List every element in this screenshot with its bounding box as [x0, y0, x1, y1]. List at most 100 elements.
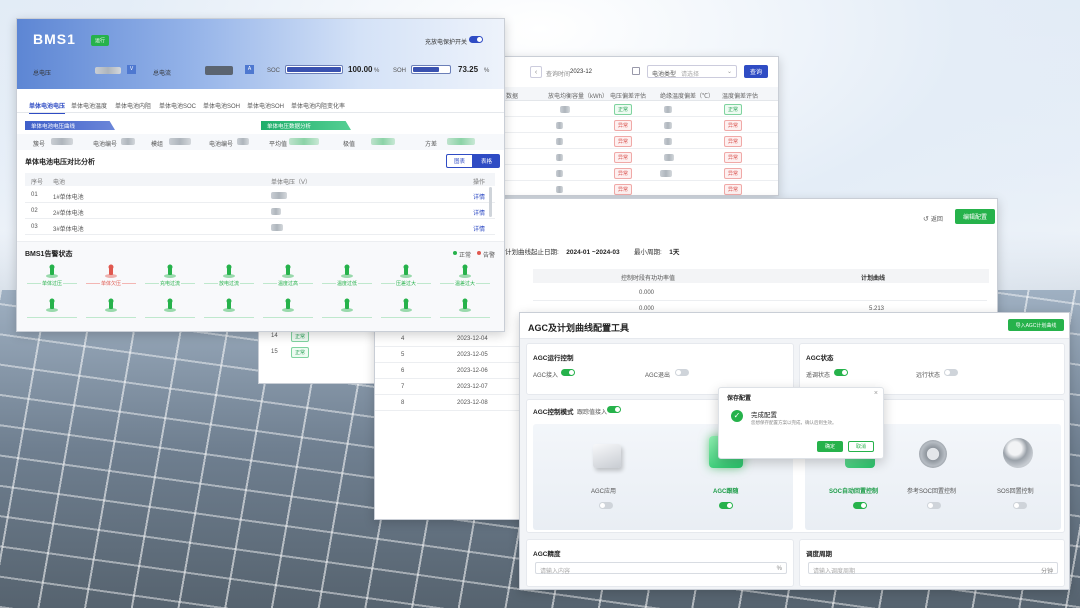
- agc-access-toggle[interactable]: [561, 369, 575, 376]
- alarm-sensor-item[interactable]: 温差过大: [440, 262, 490, 294]
- close-icon[interactable]: ×: [874, 390, 878, 397]
- local-status-toggle[interactable]: [944, 369, 958, 376]
- blurred-value: [664, 122, 672, 129]
- list-date: 2023-12-07: [457, 384, 488, 390]
- agc-exit-toggle[interactable]: [675, 369, 689, 376]
- alarm-sensor-item[interactable]: [145, 296, 195, 328]
- soc-auto-toggle[interactable]: [853, 502, 867, 509]
- alarm-sensor-item[interactable]: [263, 296, 313, 328]
- alarm-sensor-item[interactable]: 充电过流: [145, 262, 195, 294]
- sensor-normal-icon: [281, 264, 295, 278]
- battery-type-placeholder: 请选择: [681, 72, 700, 78]
- tab-cell-soh-2[interactable]: 单体电池SOH: [247, 101, 284, 110]
- temp-eval-tag: 正常: [724, 104, 743, 115]
- alarm-sensor-item[interactable]: 单体欠压: [86, 262, 136, 294]
- dialog-cancel-button[interactable]: 取消: [848, 441, 874, 452]
- alarm-sensor-item[interactable]: 放电过流: [204, 262, 254, 294]
- alarm-sensor-item[interactable]: [204, 296, 254, 328]
- remote-status-toggle[interactable]: [834, 369, 848, 376]
- filter-cluster-select[interactable]: [51, 138, 73, 145]
- agc-window: AGC及计划曲线配置工具 导入AGC计划曲线 AGC运行控制 AGC接入 AGC…: [519, 312, 1070, 590]
- tab-cell-resistance[interactable]: 单体电池内阻: [115, 101, 151, 110]
- agc-accuracy-card: AGC精度 请输入内容 %: [526, 539, 794, 587]
- col-op: 操作: [473, 180, 486, 186]
- alarm-sensor-item[interactable]: 压差过大: [381, 262, 431, 294]
- tab-resistance-change[interactable]: 单体电池内阻变化率: [291, 101, 345, 110]
- tab-cell-voltage[interactable]: 单体电池电压: [29, 101, 66, 114]
- soh-bar-fill: [413, 67, 440, 72]
- row-voltage: [271, 192, 287, 199]
- ref-soc-option[interactable]: 参考SOC回置控制: [897, 434, 967, 528]
- tab-cell-soc[interactable]: 单体电池SOC: [159, 101, 196, 110]
- alarm-sensor-item[interactable]: [322, 296, 372, 328]
- back-link[interactable]: ↺ 返回: [923, 214, 943, 224]
- filter-cell-select[interactable]: [121, 138, 135, 145]
- soc-bar-fill: [287, 67, 341, 72]
- calendar-icon[interactable]: [632, 67, 640, 75]
- table-row: 异常 异常: [498, 181, 778, 195]
- blurred-value: [556, 154, 563, 161]
- alarm-sensor-item[interactable]: [440, 296, 490, 328]
- prev-icon[interactable]: ‹: [530, 66, 542, 78]
- report-date-value[interactable]: 2023-12: [570, 69, 592, 75]
- tab-cell-soh[interactable]: 单体电池SOH: [203, 101, 240, 110]
- row-number: 15: [271, 349, 278, 355]
- list-item: 5 2023-12-05: [375, 347, 521, 363]
- agc-apply-label: AGC应用: [591, 489, 617, 495]
- agc-follow-toggle[interactable]: [719, 502, 733, 509]
- dispatch-placeholder: 请输入调度周期: [813, 569, 856, 575]
- sensor-divider: [86, 317, 136, 318]
- report-query-button[interactable]: 查询: [744, 65, 768, 78]
- alarm-sensor-item[interactable]: [86, 296, 136, 328]
- detail-link[interactable]: 详情: [473, 224, 485, 233]
- plan-table-header: 控制时段有功功率值 计划曲线: [533, 269, 989, 283]
- sensor-divider: [27, 317, 77, 318]
- agc-apply-option[interactable]: AGC应用: [577, 434, 637, 528]
- protection-toggle[interactable]: [469, 36, 483, 43]
- sos-option[interactable]: SOS回置控制: [985, 434, 1055, 528]
- list-date: 2023-12-04: [457, 336, 488, 342]
- filter-module-select[interactable]: [169, 138, 191, 145]
- dialog-confirm-button[interactable]: 确定: [817, 441, 843, 452]
- accuracy-input[interactable]: 请输入内容 %: [535, 562, 787, 575]
- list-no: 6: [401, 368, 405, 374]
- detail-link[interactable]: 详情: [473, 192, 485, 201]
- alarm-sensor-item[interactable]: 温度过高: [263, 262, 313, 294]
- import-curve-button[interactable]: 导入AGC计划曲线: [1008, 319, 1064, 331]
- list-no: 7: [401, 384, 405, 390]
- ctrl-mode-title: AGC控制模式: [533, 409, 574, 416]
- chart-view-button[interactable]: 图表: [446, 154, 474, 168]
- agc-apply-toggle[interactable]: [599, 502, 613, 509]
- table-row: 异常 异常: [498, 133, 778, 149]
- ctrl-mode-toggle[interactable]: [607, 406, 621, 413]
- dispatch-period-input[interactable]: 请输入调度周期 分钟: [808, 562, 1058, 575]
- ref-soc-toggle[interactable]: [927, 502, 941, 509]
- accuracy-title: AGC精度: [533, 551, 561, 558]
- list-no: 8: [401, 400, 405, 406]
- sos-toggle[interactable]: [1013, 502, 1027, 509]
- sensor-label: 压差过大: [395, 280, 418, 287]
- tab-cell-temp[interactable]: 单体电池温度: [71, 101, 107, 110]
- variance-value: [447, 138, 475, 145]
- alarm-sensor-item[interactable]: 单体过压: [27, 262, 77, 294]
- dialog-title: 保存配置: [727, 396, 752, 402]
- sensor-normal-icon: [163, 298, 177, 312]
- row-name: 3#单体电池: [53, 227, 84, 233]
- table-view-button[interactable]: 表格: [473, 154, 501, 168]
- battery-type-select[interactable]: 电池类型 请选择 ⌄: [647, 65, 737, 78]
- table-row: 正常 正常: [498, 101, 778, 117]
- chevron-down-icon: ⌄: [726, 69, 732, 75]
- max-value: [371, 138, 395, 145]
- detail-link[interactable]: 详情: [473, 208, 485, 217]
- filter-cell-select-2[interactable]: [237, 138, 249, 145]
- dispatch-period-title: 调度周期: [806, 551, 832, 558]
- alarm-sensor-item[interactable]: [27, 296, 77, 328]
- table-scrollbar[interactable]: [489, 187, 492, 217]
- alarm-sensor-item[interactable]: 温度过低: [322, 262, 372, 294]
- date-list: 4 2023-12-04 5 2023-12-05 6 2023-12-06 7…: [375, 331, 521, 411]
- list-item: 7 2023-12-07: [375, 379, 521, 395]
- table-row: 01 1#单体电池 详情: [25, 187, 495, 203]
- edit-config-button[interactable]: 编辑配置: [955, 209, 995, 224]
- alarm-sensor-item[interactable]: [381, 296, 431, 328]
- list-date: 2023-12-05: [457, 352, 488, 358]
